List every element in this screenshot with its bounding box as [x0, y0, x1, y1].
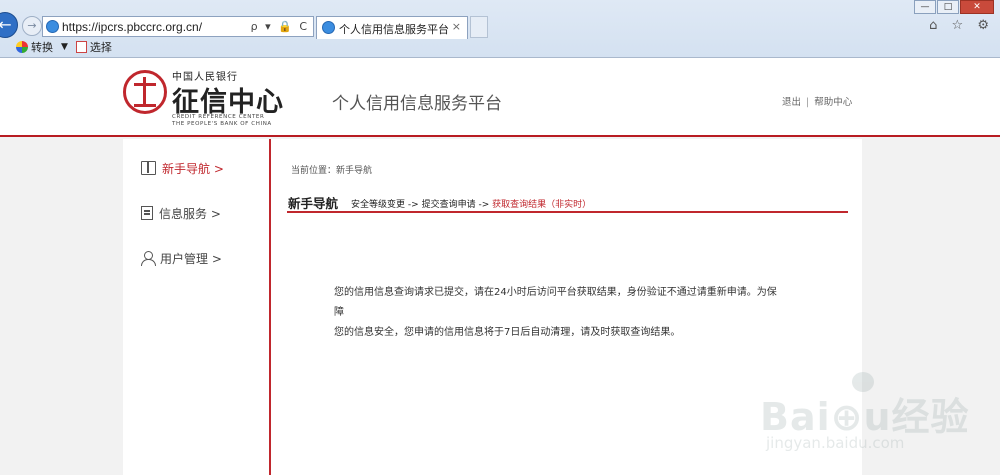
- select-button[interactable]: 选择: [90, 39, 112, 55]
- link-separator: |: [806, 97, 810, 108]
- tab-title: 个人信用信息服务平台: [339, 23, 449, 36]
- back-button[interactable]: ←: [0, 12, 18, 38]
- select-icon: [75, 41, 87, 53]
- logout-link[interactable]: 退出: [782, 97, 801, 108]
- watermark-domain: jingyan.baidu.com: [766, 434, 905, 452]
- section-title: 新手导航: [288, 196, 339, 211]
- close-window-button[interactable]: ✕: [960, 0, 994, 14]
- sidebar: 新手导航 > 信息服务 > 用户管理 >: [123, 139, 271, 475]
- sidebar-item-beginner-guide[interactable]: 新手导航 >: [141, 159, 224, 177]
- browser-tab-active[interactable]: 个人信用信息服务平台 ×: [316, 16, 468, 39]
- window-controls: — □ ✕: [913, 0, 994, 14]
- step-get-result: 获取查询结果（非实时）: [492, 200, 592, 210]
- document-icon: [141, 206, 153, 220]
- forward-button[interactable]: →: [22, 16, 42, 36]
- browser-chrome: ← → https://ipcrs.pbccrc.org.cn/ ρ ▾ 🔒 C…: [0, 0, 1000, 58]
- sidebar-item-user-management[interactable]: 用户管理 >: [141, 249, 222, 267]
- site-header: 中国人民银行 征信中心 CREDIT REFERENCE CENTER THE …: [0, 58, 1000, 137]
- section-header: 新手导航 安全等级变更 -> 提交查询申请 -> 获取查询结果（非实时）: [287, 193, 848, 213]
- logo-english-line-1: CREDIT REFERENCE CENTER: [172, 114, 265, 120]
- convert-dropdown-icon[interactable]: ▼: [61, 42, 68, 52]
- help-center-link[interactable]: 帮助中心: [814, 97, 852, 108]
- sidebar-item-label: 新手导航 >: [162, 161, 224, 176]
- minimize-button[interactable]: —: [914, 0, 936, 14]
- step-arrow: ->: [407, 200, 419, 210]
- address-bar[interactable]: https://ipcrs.pbccrc.org.cn/ ρ ▾ 🔒 C: [42, 16, 314, 37]
- platform-title: 个人信用信息服务平台: [332, 94, 502, 114]
- tab-close-icon[interactable]: ×: [452, 20, 461, 33]
- header-links: 退出 | 帮助中心: [782, 94, 852, 108]
- message-line: 您的信息安全，您申请的信用信息将于7日后自动清理，请及时获取查询结果。: [334, 327, 681, 338]
- new-tab-button[interactable]: [470, 16, 488, 38]
- step-arrow: ->: [478, 200, 490, 210]
- main-container: 新手导航 > 信息服务 > 用户管理 > 当前位置：新手导航 新手导航 安全等级…: [123, 139, 862, 475]
- logo-english-line-2: THE PEOPLE'S BANK OF CHINA: [172, 121, 272, 127]
- address-tools[interactable]: ρ ▾ 🔒 C: [251, 20, 309, 33]
- tab-favicon-icon: [322, 21, 335, 34]
- breadcrumb: 当前位置：新手导航: [291, 166, 373, 176]
- book-icon: [141, 161, 156, 175]
- baidu-jingyan-watermark: Bai⊕u经验 jingyan.baidu.com: [760, 372, 980, 462]
- browser-right-icons[interactable]: ⌂ ☆ ⚙: [929, 18, 994, 33]
- convert-button[interactable]: 转换: [31, 39, 53, 55]
- step-security-level: 安全等级变更: [351, 200, 406, 210]
- maximize-button[interactable]: □: [937, 0, 959, 14]
- watermark-brand: Bai⊕u经验: [760, 395, 970, 439]
- pbc-seal-icon: [123, 70, 167, 114]
- user-icon: [141, 251, 156, 266]
- ie-favicon-icon: [46, 20, 59, 33]
- page: 中国人民银行 征信中心 CREDIT REFERENCE CENTER THE …: [0, 58, 1000, 475]
- message-line: 您的信用信息查询请求已提交，请在24小时后访问平台获取结果，身份验证不通过请重新…: [334, 287, 777, 318]
- command-bar: 转换 ▼ 选择: [0, 38, 112, 56]
- submission-message: 您的信用信息查询请求已提交，请在24小时后访问平台获取结果，身份验证不通过请重新…: [334, 283, 784, 343]
- progress-steps: 安全等级变更 -> 提交查询申请 -> 获取查询结果（非实时）: [351, 197, 591, 210]
- sidebar-item-info-service[interactable]: 信息服务 >: [141, 204, 221, 222]
- address-url[interactable]: https://ipcrs.pbccrc.org.cn/: [62, 20, 202, 34]
- sidebar-item-label: 信息服务 >: [159, 206, 221, 221]
- sidebar-item-label: 用户管理 >: [160, 251, 222, 266]
- convert-icon: [16, 41, 28, 53]
- step-submit-request: 提交查询申请: [421, 200, 476, 210]
